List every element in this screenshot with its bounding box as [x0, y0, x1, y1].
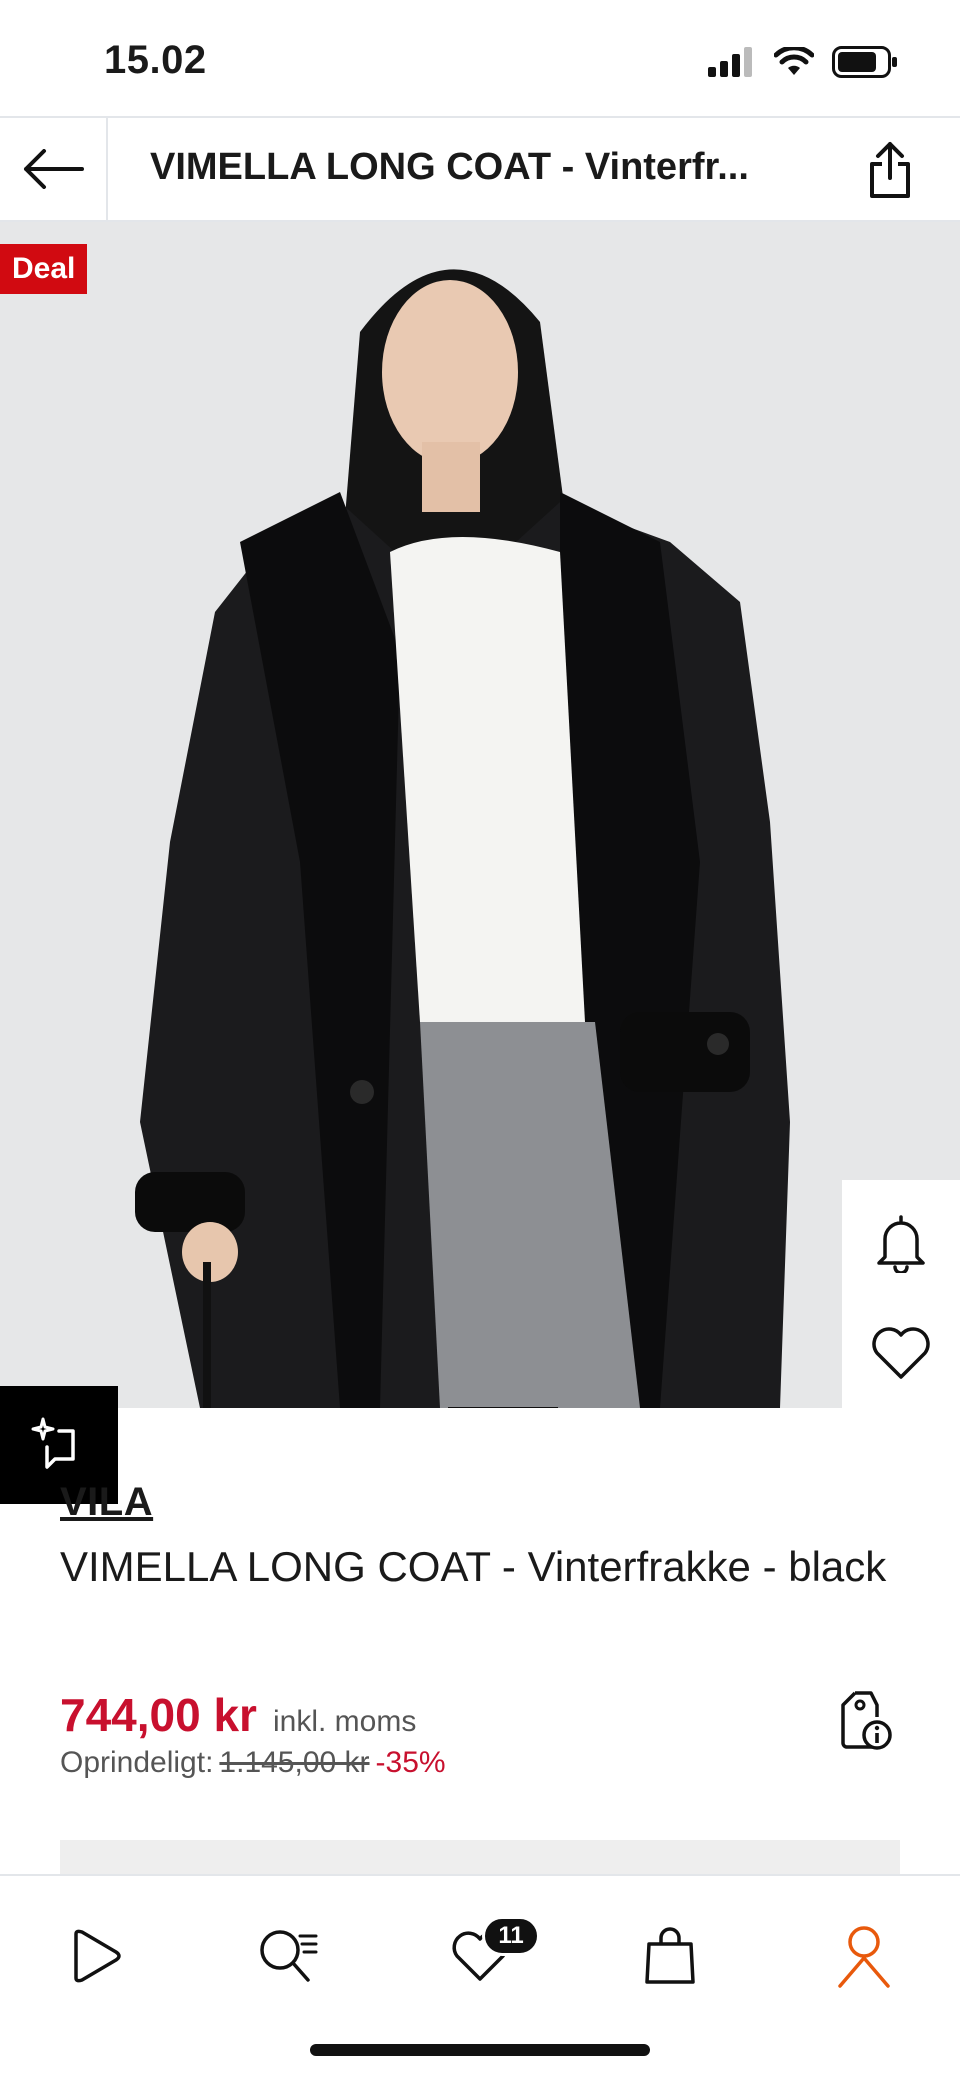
heart-icon: [872, 1327, 930, 1379]
status-time: 15.02: [104, 38, 207, 82]
page-header: VIMELLA LONG COAT - Vinterfr...: [0, 116, 960, 222]
user-icon: [838, 1926, 890, 1988]
shopping-bag-icon: [645, 1927, 695, 1984]
image-action-panel: [842, 1180, 960, 1408]
original-price-row: Oprindeligt: 1.145,00 kr -35%: [60, 1746, 446, 1780]
wifi-icon: [774, 47, 814, 75]
status-bar: 15.02: [0, 0, 960, 116]
original-label: Oprindeligt:: [60, 1746, 214, 1779]
price-tag-info-icon: [841, 1691, 892, 1750]
content-section-top: [60, 1840, 900, 1874]
arrow-left-icon: [24, 149, 84, 189]
wishlist-count-badge: 11: [482, 1916, 540, 1956]
sparkle-crop-icon: [31, 1417, 75, 1469]
battery-icon: [832, 46, 897, 78]
product-title: VIMELLA LONG COAT - Vinterfrakke - black: [60, 1543, 887, 1590]
signal-icon: [708, 47, 752, 77]
current-price: 744,00 kr: [60, 1689, 257, 1741]
nav-wishlist[interactable]: 11: [430, 1906, 540, 2006]
image-pager-indicator: [448, 1407, 558, 1408]
home-play-icon: [74, 1929, 121, 1983]
wishlist-add-button[interactable]: [842, 1298, 960, 1408]
notify-button[interactable]: [842, 1188, 960, 1298]
product-photo: [0, 222, 960, 1408]
original-price: 1.145,00 kr: [219, 1746, 370, 1779]
share-icon: [870, 142, 910, 198]
discount-percent: -35%: [375, 1746, 446, 1779]
price-info-button[interactable]: [830, 1686, 900, 1756]
nav-bag[interactable]: [620, 1906, 720, 2006]
back-button[interactable]: [0, 118, 108, 220]
status-icons: [708, 46, 898, 78]
nav-account[interactable]: [814, 1906, 914, 2006]
search-icon: [260, 1930, 318, 1982]
brand-link[interactable]: VILA: [60, 1480, 153, 1525]
price-row: 744,00 kr inkl. moms: [60, 1688, 416, 1742]
vat-note: inkl. moms: [272, 1705, 417, 1738]
product-image[interactable]: Deal: [0, 222, 960, 1408]
nav-home[interactable]: [46, 1906, 146, 2006]
header-title: VIMELLA LONG COAT - Vinterfr...: [150, 146, 749, 188]
deal-badge: Deal: [0, 244, 88, 294]
bell-icon: [877, 1215, 925, 1273]
share-button[interactable]: [858, 138, 922, 202]
home-indicator: [310, 2044, 650, 2056]
nav-search[interactable]: [238, 1906, 338, 2006]
